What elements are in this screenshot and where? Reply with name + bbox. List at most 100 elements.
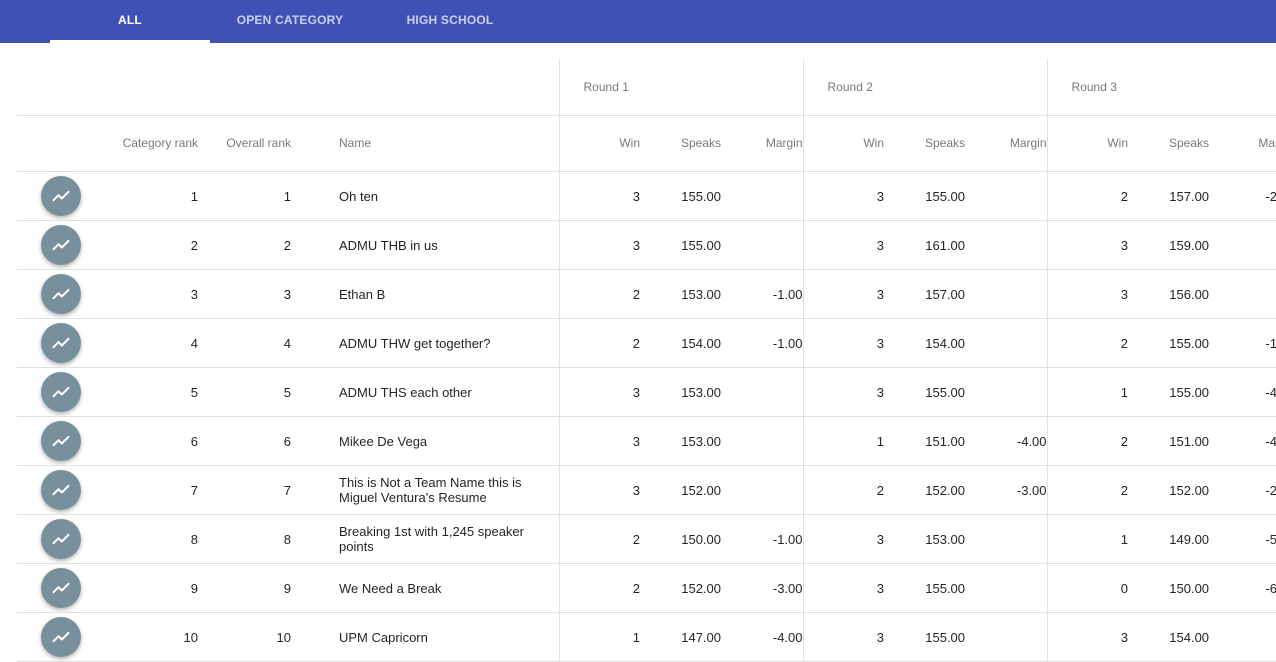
tab-high-school[interactable]: HIGH SCHOOL [370,0,530,43]
view-chart-button[interactable] [41,470,81,510]
category-rank-header[interactable]: Category rank [105,115,198,172]
round-3-margin-cell: -2.00 [1209,465,1276,515]
team-name-cell: ADMU THB in us [291,220,559,270]
round-3-margin-cell [1209,269,1276,319]
round-2-speaks-cell: 151.00 [884,416,966,466]
round-1-speaks-cell: 155.00 [640,220,721,270]
view-chart-button[interactable] [41,617,81,657]
tab-bar: ALL OPEN CATEGORY HIGH SCHOOL [0,0,1276,43]
overall-rank-cell: 4 [198,318,291,368]
round-1-speaks-cell: 154.00 [640,318,721,368]
view-chart-button[interactable] [41,176,81,216]
category-rank-cell: 10 [105,612,198,662]
team-name-cell: Breaking 1st with 1,245 speaker points [291,514,559,564]
round-3-win-cell: 2 [1046,465,1129,515]
round-2-win-cell: 3 [802,612,885,662]
round-1-margin-cell: -3.00 [721,563,804,613]
trending-up-icon [52,288,70,300]
round-1-win-cell: 2 [558,514,640,564]
chart-cell [17,171,105,221]
round-2-win-header[interactable]: Win [802,115,885,172]
round-1-speaks-header[interactable]: Speaks [640,115,721,172]
team-name-cell: ADMU THW get together? [291,318,559,368]
round-1-margin-cell: -1.00 [721,514,804,564]
round-1-win-cell: 2 [558,563,640,613]
round-3-win-cell: 1 [1046,367,1129,417]
round-1-margin-cell: -1.00 [721,269,804,319]
round-3-win-cell: 2 [1046,171,1129,221]
trending-up-icon [52,533,70,545]
view-chart-button[interactable] [41,274,81,314]
round-2-margin-cell [965,318,1048,368]
active-tab-indicator [50,40,210,43]
category-rank-cell: 9 [105,563,198,613]
overall-rank-header[interactable]: Overall rank [198,115,291,172]
tab-open-category[interactable]: OPEN CATEGORY [210,0,370,43]
round-2-win-cell: 3 [802,367,885,417]
round-2-speaks-cell: 161.00 [884,220,966,270]
round-2-win-cell: 3 [802,318,885,368]
overall-rank-cell: 7 [198,465,291,515]
table-row: 6 6 Mikee De Vega 3 153.00 1 151.00 -4.0… [17,416,1276,466]
chart-cell [17,612,105,662]
view-chart-button[interactable] [41,372,81,412]
round-2-margin-header[interactable]: Margin [965,115,1048,172]
round-3-speaks-cell: 152.00 [1128,465,1210,515]
chart-cell [17,220,105,270]
round-2-speaks-cell: 153.00 [884,514,966,564]
overall-rank-cell: 10 [198,612,291,662]
view-chart-button[interactable] [41,519,81,559]
round-3-speaks-header[interactable]: Speaks [1128,115,1210,172]
round-1-margin-header[interactable]: Margin [721,115,804,172]
round-1-speaks-cell: 147.00 [640,612,721,662]
category-rank-cell: 3 [105,269,198,319]
chart-cell [17,563,105,613]
round-3-margin-cell [1209,612,1276,662]
table-row: 2 2 ADMU THB in us 3 155.00 3 161.00 3 1… [17,220,1276,270]
round-2-speaks-cell: 155.00 [884,612,966,662]
round-1-margin-cell: -4.00 [721,612,804,662]
round-3-speaks-cell: 155.00 [1128,318,1210,368]
overall-rank-cell: 2 [198,220,291,270]
trending-up-icon [52,435,70,447]
table-row: 9 9 We Need a Break 2 152.00 -3.00 3 155… [17,563,1276,613]
round-1-margin-cell [721,171,804,221]
round-3-win-cell: 3 [1046,269,1129,319]
name-header[interactable]: Name [291,115,559,172]
trending-up-icon [52,484,70,496]
round-3-margin-cell: -2.00 [1209,171,1276,221]
round-1-win-cell: 3 [558,367,640,417]
round-1-win-cell: 3 [558,220,640,270]
trending-up-icon [52,337,70,349]
view-chart-button[interactable] [41,225,81,265]
round-3-margin-cell [1209,220,1276,270]
round-1-speaks-cell: 152.00 [640,465,721,515]
round-3-win-header[interactable]: Win [1046,115,1129,172]
view-chart-button[interactable] [41,421,81,461]
round-1-header: Round 1 [558,59,804,116]
chart-column-header [17,115,105,172]
round-2-speaks-header[interactable]: Speaks [884,115,966,172]
trending-up-icon [52,239,70,251]
round-3-win-cell: 3 [1046,612,1129,662]
overall-rank-cell: 9 [198,563,291,613]
round-1-speaks-cell: 153.00 [640,416,721,466]
category-rank-cell: 4 [105,318,198,368]
round-1-win-header[interactable]: Win [558,115,640,172]
round-1-speaks-cell: 153.00 [640,269,721,319]
view-chart-button[interactable] [41,568,81,608]
view-chart-button[interactable] [41,323,81,363]
trending-up-icon [52,386,70,398]
round-3-speaks-cell: 150.00 [1128,563,1210,613]
round-3-margin-header[interactable]: Margin [1209,115,1276,172]
table-row: 8 8 Breaking 1st with 1,245 speaker poin… [17,514,1276,564]
round-2-margin-cell [965,612,1048,662]
tab-all[interactable]: ALL [50,0,210,43]
round-2-margin-cell [965,171,1048,221]
overall-rank-cell: 5 [198,367,291,417]
round-3-win-cell: 2 [1046,318,1129,368]
round-3-win-cell: 3 [1046,220,1129,270]
round-2-margin-cell [965,367,1048,417]
trending-up-icon [52,582,70,594]
chart-cell [17,318,105,368]
